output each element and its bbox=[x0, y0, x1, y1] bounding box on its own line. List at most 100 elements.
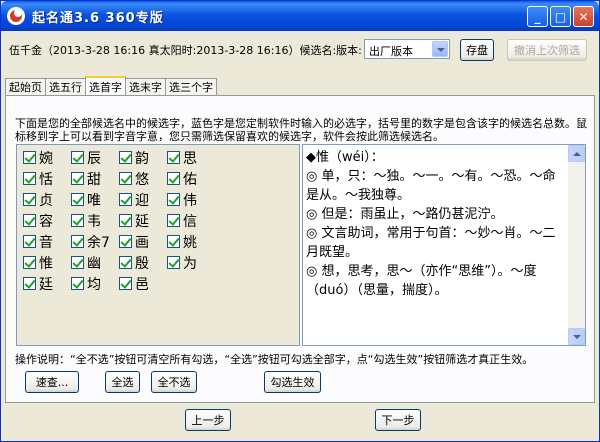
candidate-item[interactable]: 贞 bbox=[23, 190, 71, 209]
app-icon bbox=[7, 7, 25, 25]
candidate-label: 信 bbox=[183, 213, 197, 230]
candidate-grid: 婉 辰 韵 思恬 甜 悠 佑贞 唯 迎 伟容 韦 延 信音 余7 画 姚惟 幽 殷 为廷 均 邑 bbox=[23, 148, 215, 293]
candidate-item[interactable]: 廷 bbox=[23, 274, 71, 293]
candidate-item[interactable]: 余7 bbox=[71, 232, 119, 251]
tab-three-char[interactable]: 选三个字 bbox=[165, 78, 217, 95]
candidate-item[interactable]: 韦 bbox=[71, 211, 119, 230]
candidate-item[interactable]: 幽 bbox=[71, 253, 119, 272]
candidate-item[interactable]: 辰 bbox=[71, 148, 119, 167]
candidate-label: 姚 bbox=[183, 234, 197, 251]
checkbox-checked-icon[interactable] bbox=[71, 193, 84, 206]
tab-start[interactable]: 起始页 bbox=[5, 78, 46, 95]
title-bar[interactable]: 起名通3.6 360专版 _ □ ✕ bbox=[1, 1, 599, 31]
checkbox-checked-icon[interactable] bbox=[119, 193, 132, 206]
candidate-item[interactable]: 悠 bbox=[119, 169, 167, 188]
checkbox-checked-icon[interactable] bbox=[23, 214, 36, 227]
candidate-item[interactable]: 延 bbox=[119, 211, 167, 230]
apply-checked-button[interactable]: 勾选生效 bbox=[264, 371, 321, 393]
candidate-item[interactable]: 佑 bbox=[167, 169, 215, 188]
checkbox-checked-icon[interactable] bbox=[71, 151, 84, 164]
candidate-item[interactable]: 思 bbox=[167, 148, 215, 167]
candidate-item[interactable]: 惟 bbox=[23, 253, 71, 272]
candidate-label: 贞 bbox=[39, 192, 53, 209]
candidate-item[interactable]: 容 bbox=[23, 211, 71, 230]
candidate-label: 伟 bbox=[183, 192, 197, 209]
character-detail-box[interactable]: ◆惟（wéi）： ◎ 单，只：～独。～一。～有。～恐。～命是从。～我独尊。 ◎ … bbox=[302, 144, 586, 346]
scroll-up-icon[interactable] bbox=[568, 145, 585, 162]
checkbox-checked-icon[interactable] bbox=[71, 172, 84, 185]
candidate-item[interactable]: 邑 bbox=[119, 274, 167, 293]
tab-five-elements[interactable]: 选五行 bbox=[45, 78, 86, 95]
main-window: 起名通3.6 360专版 _ □ ✕ 伍千金（2013-3-28 16:16 真… bbox=[0, 0, 600, 442]
candidate-label: 惟 bbox=[39, 255, 53, 272]
checkbox-checked-icon[interactable] bbox=[167, 235, 180, 248]
candidate-item[interactable]: 信 bbox=[167, 211, 215, 230]
detail-scrollbar[interactable] bbox=[568, 145, 585, 345]
checkbox-checked-icon[interactable] bbox=[167, 193, 180, 206]
checkbox-checked-icon[interactable] bbox=[119, 277, 132, 290]
scroll-down-icon[interactable] bbox=[568, 328, 585, 345]
maximize-icon[interactable]: □ bbox=[550, 6, 571, 27]
candidate-label: 邑 bbox=[135, 276, 149, 293]
next-step-button[interactable]: 下一步 bbox=[375, 409, 421, 431]
select-all-button[interactable]: 全选 bbox=[105, 371, 140, 393]
candidate-label: 均 bbox=[87, 276, 101, 293]
candidate-label: 恬 bbox=[39, 171, 53, 188]
minimize-icon[interactable]: _ bbox=[527, 6, 548, 27]
checkbox-checked-icon[interactable] bbox=[119, 172, 132, 185]
checkbox-checked-icon[interactable] bbox=[71, 277, 84, 290]
checkbox-checked-icon[interactable] bbox=[23, 277, 36, 290]
candidate-label: 辰 bbox=[87, 150, 101, 167]
candidate-checklist: 婉 辰 韵 思恬 甜 悠 佑贞 唯 迎 伟容 韦 延 信音 余7 画 姚惟 幽 殷 为廷 均 邑 bbox=[16, 144, 300, 346]
candidate-item[interactable]: 音 bbox=[23, 232, 71, 251]
candidate-item[interactable]: 甜 bbox=[71, 169, 119, 188]
checkbox-checked-icon[interactable] bbox=[119, 214, 132, 227]
checkbox-checked-icon[interactable] bbox=[23, 235, 36, 248]
candidate-item[interactable]: 殷 bbox=[119, 253, 167, 272]
candidate-label: 延 bbox=[135, 213, 149, 230]
chevron-down-icon[interactable] bbox=[432, 41, 448, 57]
checkbox-checked-icon[interactable] bbox=[119, 235, 132, 248]
candidate-item[interactable]: 恬 bbox=[23, 169, 71, 188]
candidate-label: 为 bbox=[183, 255, 197, 272]
checkbox-checked-icon[interactable] bbox=[23, 172, 36, 185]
prev-step-button[interactable]: 上一步 bbox=[185, 409, 231, 431]
candidate-item[interactable]: 伟 bbox=[167, 190, 215, 209]
quick-check-button[interactable]: 速查... bbox=[25, 371, 79, 393]
checkbox-checked-icon[interactable] bbox=[71, 235, 84, 248]
checkbox-checked-icon[interactable] bbox=[167, 172, 180, 185]
candidate-label: 容 bbox=[39, 213, 53, 230]
candidate-item[interactable]: 迎 bbox=[119, 190, 167, 209]
checkbox-checked-icon[interactable] bbox=[71, 256, 84, 269]
save-button[interactable]: 存盘 bbox=[460, 39, 494, 61]
checkbox-checked-icon[interactable] bbox=[23, 256, 36, 269]
close-icon[interactable]: ✕ bbox=[573, 6, 594, 27]
info-row: 伍千金（2013-3-28 16:16 真太阳时:2013-3-28 16:16… bbox=[9, 38, 593, 62]
version-select[interactable]: 出厂版本 bbox=[364, 39, 450, 59]
checkbox-checked-icon[interactable] bbox=[23, 151, 36, 164]
candidate-label: 迎 bbox=[135, 192, 149, 209]
candidate-item[interactable]: 婉 bbox=[23, 148, 71, 167]
candidate-label: 悠 bbox=[135, 171, 149, 188]
checkbox-checked-icon[interactable] bbox=[167, 256, 180, 269]
candidate-label: 佑 bbox=[183, 171, 197, 188]
candidate-item[interactable]: 唯 bbox=[71, 190, 119, 209]
checkbox-checked-icon[interactable] bbox=[167, 151, 180, 164]
deselect-all-button[interactable]: 全不选 bbox=[151, 371, 197, 393]
checkbox-checked-icon[interactable] bbox=[119, 256, 132, 269]
checkbox-checked-icon[interactable] bbox=[167, 214, 180, 227]
candidate-item[interactable]: 姚 bbox=[167, 232, 215, 251]
checkbox-checked-icon[interactable] bbox=[23, 193, 36, 206]
tab-first-char[interactable]: 选首字 bbox=[85, 76, 126, 95]
candidate-item[interactable]: 均 bbox=[71, 274, 119, 293]
checkbox-checked-icon[interactable] bbox=[119, 151, 132, 164]
version-select-value: 出厂版本 bbox=[369, 45, 413, 58]
candidate-item[interactable]: 为 bbox=[167, 253, 215, 272]
candidate-label: 幽 bbox=[87, 255, 101, 272]
undo-filter-button[interactable]: 撤消上次筛选 bbox=[507, 39, 587, 61]
candidate-item[interactable]: 画 bbox=[119, 232, 167, 251]
birth-info: 伍千金（2013-3-28 16:16 真太阳时:2013-3-28 16:16… bbox=[9, 44, 362, 57]
tab-last-char[interactable]: 选末字 bbox=[125, 78, 166, 95]
checkbox-checked-icon[interactable] bbox=[71, 214, 84, 227]
candidate-item[interactable]: 韵 bbox=[119, 148, 167, 167]
